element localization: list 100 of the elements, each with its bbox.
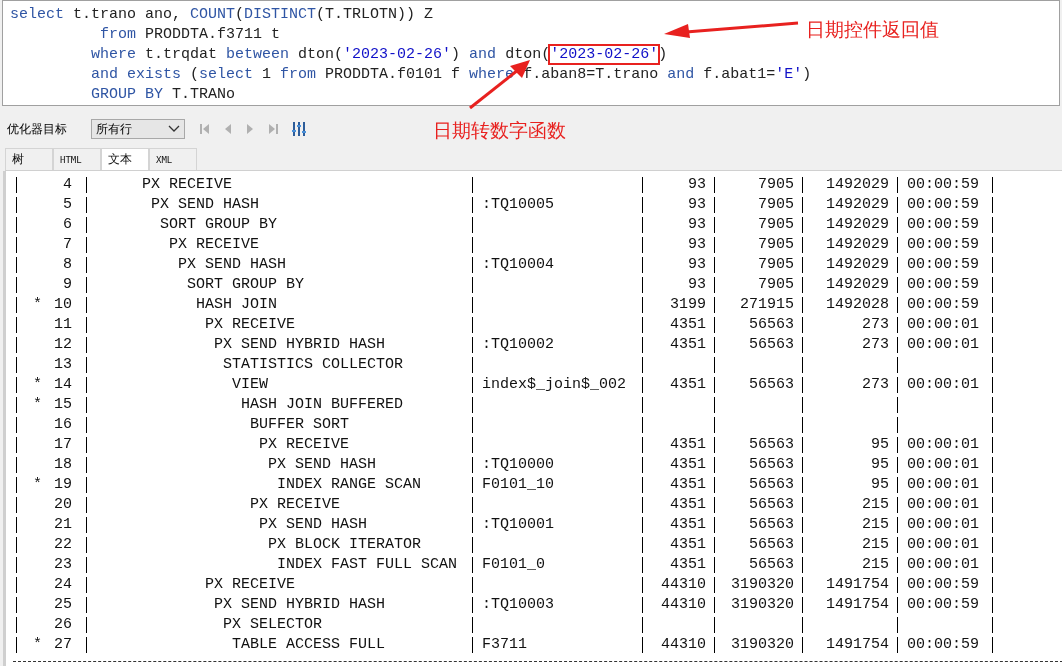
last-page-icon[interactable] <box>267 122 279 136</box>
table-cell: 00:00:01 <box>907 456 979 473</box>
next-icon[interactable] <box>245 122 255 136</box>
table-cell: 1492029 <box>826 236 889 253</box>
table-cell: 00:00:59 <box>907 256 979 273</box>
table-cell-text: PX RECEIVE <box>141 176 232 193</box>
sql-text: ) <box>451 46 462 63</box>
table-cell: 271915 <box>740 296 794 313</box>
table-cell: 1491754 <box>826 596 889 613</box>
sql-text: (T.TRLOTN)) Z <box>316 6 434 23</box>
result-tab[interactable]: 树 <box>5 148 53 170</box>
table-cell-text: INDEX FAST FULL SCAN <box>276 556 458 573</box>
table-cell-text: VIEW <box>231 376 268 393</box>
table-cell: 56563 <box>749 516 794 533</box>
first-page-icon[interactable] <box>199 122 211 136</box>
sql-keyword: and exists <box>91 66 181 83</box>
table-cell: 00:00:59 <box>907 236 979 253</box>
table-cell-text: PX RECEIVE <box>204 316 295 333</box>
sql-text: 1 <box>261 66 273 83</box>
table-cell: 93 <box>688 256 706 273</box>
result-tab[interactable]: 文本 <box>101 148 149 170</box>
table-cell: 19 <box>54 477 72 493</box>
table-cell: 13 <box>54 357 72 373</box>
optimizer-goal-select[interactable]: 所有行 <box>91 119 185 139</box>
table-cell: 26 <box>54 617 72 633</box>
table-cell: 00:00:01 <box>907 476 979 493</box>
table-cell: 1491754 <box>826 636 889 653</box>
table-cell: 7905 <box>758 216 794 233</box>
table-cell: 4351 <box>670 536 706 553</box>
table-cell: 00:00:59 <box>907 576 979 593</box>
table-cell: 56563 <box>749 376 794 393</box>
table-cell: F3711 <box>482 636 527 653</box>
table-cell-text: PX BLOCK ITERATOR <box>267 536 422 553</box>
sql-keyword: select <box>10 6 64 23</box>
table-cell-text: STATISTICS COLLECTOR <box>222 356 404 373</box>
previous-icon[interactable] <box>223 122 233 136</box>
sql-string: '2023-02-26' <box>548 44 661 65</box>
predicate-marker: * <box>33 397 43 413</box>
table-cell: 215 <box>862 516 889 533</box>
table-cell: 23 <box>54 557 72 573</box>
table-cell-text: SORT GROUP BY <box>186 276 305 293</box>
table-cell: 22 <box>54 537 72 553</box>
table-cell: 00:00:59 <box>907 216 979 233</box>
result-tab[interactable]: HTML <box>53 148 101 170</box>
table-cell: :TQ10002 <box>482 336 554 353</box>
table-cell: 215 <box>862 556 889 573</box>
table-cell: 1492029 <box>826 216 889 233</box>
sql-text: ) <box>658 46 668 63</box>
table-cell: 1492028 <box>826 296 889 313</box>
table-cell: 4351 <box>670 436 706 453</box>
table-cell: 44310 <box>661 576 706 593</box>
columns-settings-icon[interactable] <box>291 121 307 137</box>
table-cell: 95 <box>871 456 889 473</box>
table-cell: 14 <box>54 377 72 393</box>
table-cell: 3199 <box>670 296 706 313</box>
table-cell: 5 <box>63 197 72 213</box>
sql-keyword: from <box>100 26 136 43</box>
optimizer-goal-label: 优化器目标 <box>7 120 67 138</box>
table-cell: 1492029 <box>826 176 889 193</box>
table-cell: 3190320 <box>731 596 794 613</box>
table-cell: 00:00:01 <box>907 316 979 333</box>
table-cell-text: PX SEND HASH <box>150 196 260 213</box>
table-cell: 00:00:01 <box>907 516 979 533</box>
table-cell: 4351 <box>670 456 706 473</box>
sql-keyword: GROUP BY <box>91 86 163 103</box>
table-cell: 24 <box>54 577 72 593</box>
table-cell-text: SORT GROUP BY <box>159 216 278 233</box>
table-cell: 4351 <box>670 316 706 333</box>
sql-text: ) <box>802 66 812 83</box>
table-cell: 00:00:01 <box>907 376 979 393</box>
table-cell: 9 <box>63 277 72 293</box>
table-cell-text: PX RECEIVE <box>249 496 340 513</box>
table-cell: 4351 <box>670 376 706 393</box>
table-cell: 00:00:59 <box>907 196 979 213</box>
table-cell: :TQ10004 <box>482 256 554 273</box>
table-cell-text: PX RECEIVE <box>168 236 259 253</box>
table-cell: 7905 <box>758 176 794 193</box>
table-cell: 8 <box>63 257 72 273</box>
table-cell: 1492029 <box>826 256 889 273</box>
result-tab[interactable]: XML <box>149 148 197 170</box>
table-cell: 56563 <box>749 536 794 553</box>
table-cell: 7905 <box>758 256 794 273</box>
sql-keyword: and <box>667 66 695 83</box>
table-cell: 44310 <box>661 636 706 653</box>
sql-text: dton( <box>297 46 344 63</box>
sql-editor[interactable] <box>2 0 1060 106</box>
sql-text: T.TRANo <box>171 86 236 103</box>
table-cell: 273 <box>862 336 889 353</box>
table-cell-text: HASH JOIN BUFFERED <box>240 396 404 413</box>
table-cell: 93 <box>688 276 706 293</box>
sql-keyword: and <box>469 46 497 63</box>
table-cell: :TQ10005 <box>482 196 554 213</box>
table-cell: 273 <box>862 376 889 393</box>
sql-keyword: where <box>469 66 515 83</box>
sql-text: ( <box>189 66 200 83</box>
table-cell: 56563 <box>749 476 794 493</box>
predicate-marker: * <box>33 637 43 653</box>
sql-text: t.trqdat <box>144 46 219 63</box>
table-cell: 00:00:01 <box>907 436 979 453</box>
sql-keyword: select <box>199 66 254 83</box>
